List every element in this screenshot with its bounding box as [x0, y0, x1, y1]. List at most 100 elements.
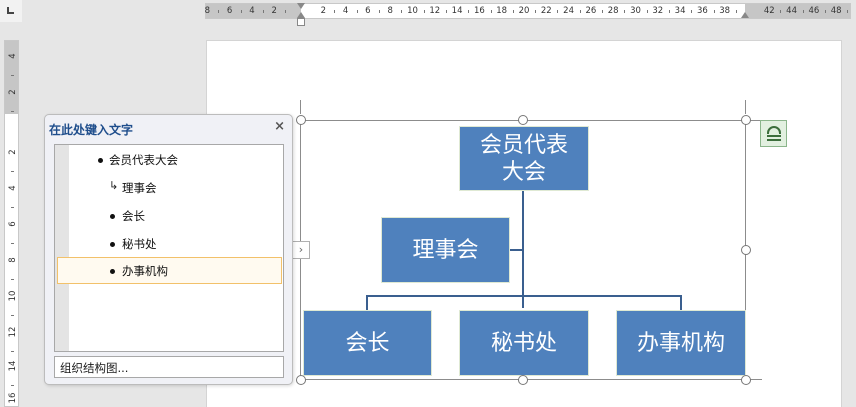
ruler-dot [11, 75, 14, 76]
text-pane: 在此处键入文字 × 会员代表大会 ↳ 理事会 会长 秘书处 办事机构 组织结构图… [44, 114, 293, 385]
assistant-arrow-icon: ↳ [109, 179, 119, 192]
ruler-tick-label: 24 [563, 6, 575, 16]
bullet-icon [110, 242, 115, 247]
list-item-selected[interactable]: 办事机构 [57, 257, 282, 284]
ruler-tick-label: 38 [719, 6, 731, 16]
ruler-dot [445, 10, 447, 13]
ruler-tick-label: 22 [540, 6, 552, 16]
connector-line [366, 295, 368, 310]
ruler-tick-label: 14 [451, 6, 463, 16]
node-child-1[interactable]: 会长 [303, 310, 432, 376]
resize-handle-right[interactable] [741, 245, 751, 255]
ruler-dot [401, 10, 403, 13]
ruler-tick-label: 4 [342, 6, 349, 16]
resize-handle-top-left[interactable] [296, 115, 306, 125]
ruler-tick-label: 34 [674, 6, 686, 16]
ruler-dot [847, 10, 849, 13]
ruler-dot [263, 10, 265, 13]
list-item-label: 理事会 [122, 181, 157, 195]
left-tab-icon [7, 7, 14, 14]
close-icon[interactable]: × [274, 119, 285, 134]
ruler-tick-label: 12 [429, 6, 441, 16]
right-indent-marker[interactable] [741, 12, 749, 18]
layout-options-icon [767, 126, 781, 134]
layout-options-button[interactable] [760, 120, 787, 147]
left-indent-marker[interactable] [297, 18, 305, 26]
crop-mark [745, 100, 746, 114]
ruler-tick-label: 12 [8, 326, 18, 338]
node-top[interactable]: 会员代表 大会 [459, 126, 589, 191]
ruler-dot [825, 10, 827, 13]
ruler-dot [468, 10, 470, 13]
ruler-tick-label: 42 [763, 6, 775, 16]
text-pane-list[interactable]: 会员代表大会 ↳ 理事会 会长 秘书处 办事机构 [54, 144, 284, 352]
ruler-dot [490, 10, 492, 13]
ruler-tick-label: 16 [8, 392, 18, 404]
resize-handle-top-right[interactable] [741, 115, 751, 125]
list-gutter [55, 145, 69, 351]
ruler-dot [11, 243, 14, 244]
ruler-dot [11, 171, 14, 172]
resize-handle-top[interactable] [518, 115, 528, 125]
ruler-dot [646, 10, 648, 13]
list-item[interactable]: 会员代表大会 [69, 146, 283, 173]
layout-line [767, 135, 781, 137]
ruler-tick-label: 4 [8, 185, 18, 191]
tab-selector[interactable] [0, 0, 22, 22]
ruler-dot [668, 10, 670, 13]
list-item-label: 办事机构 [122, 264, 168, 278]
ruler-tick-label: 28 [607, 6, 619, 16]
ruler-dot [11, 351, 14, 352]
ruler-dot [11, 279, 14, 280]
ruler-tick-label: 10 [407, 6, 418, 16]
ruler-dot [11, 315, 14, 316]
ruler-dot [691, 10, 693, 13]
ruler-tick-label: 2 [8, 149, 18, 155]
first-line-indent-marker[interactable] [297, 3, 305, 9]
ruler-tick-label: 6 [226, 6, 233, 16]
ruler-tick-label: 30 [630, 6, 641, 16]
ruler-dot [285, 10, 287, 13]
ruler-dot [579, 10, 581, 13]
crop-mark [300, 100, 301, 114]
ruler-dot [780, 10, 782, 13]
ruler-dot [356, 10, 358, 13]
org-chart-link[interactable]: 组织结构图... [54, 356, 284, 378]
connector-line [510, 249, 523, 251]
ruler-tick-label: 8 [204, 6, 211, 16]
ruler-dot [557, 10, 559, 13]
ruler-dot [11, 111, 14, 112]
list-item[interactable]: ↳ 理事会 [69, 174, 283, 201]
ruler-dot [535, 10, 537, 13]
ruler-dot [624, 10, 626, 13]
ruler-dot [735, 10, 737, 13]
ruler-dot [713, 10, 715, 13]
resize-handle-bottom[interactable] [518, 375, 528, 385]
list-item-label: 会员代表大会 [109, 153, 178, 167]
ruler-tick-label: 2 [8, 89, 18, 95]
ruler-tick-label: 2 [271, 6, 277, 16]
node-assistant[interactable]: 理事会 [381, 217, 510, 283]
vertical-ruler[interactable]: 4 2 2 4 6 8 10 12 14 16 [4, 40, 19, 407]
node-child-2[interactable]: 秘书处 [459, 310, 589, 376]
resize-handle-bottom-left[interactable] [296, 375, 306, 385]
text-pane-toggle-button[interactable]: › [292, 241, 310, 259]
node-child-3[interactable]: 办事机构 [616, 310, 746, 376]
resize-handle-bottom-right[interactable] [741, 375, 751, 385]
ruler-tick-label: 32 [652, 6, 664, 16]
bullet-icon [110, 214, 115, 219]
ruler-tick-label: 2 [320, 6, 327, 16]
connector-line [366, 295, 682, 297]
list-item[interactable]: 秘书处 [69, 230, 283, 257]
layout-line [767, 139, 781, 141]
ruler-tick-label: 6 [8, 221, 18, 227]
ruler-tick-label: 8 [8, 257, 18, 263]
ruler-tick-label: 20 [518, 6, 530, 16]
ruler-tick-label: 44 [786, 6, 798, 16]
horizontal-ruler[interactable]: 8 6 4 2 2 4 6 8 10 12 14 16 18 20 22 24 26 28 30 32 34 36 38 42… [204, 3, 851, 26]
bullet-icon [98, 158, 103, 163]
ruler-tick-label: 46 [808, 6, 820, 16]
list-item[interactable]: 会长 [69, 202, 283, 229]
ruler-dot [423, 10, 425, 13]
ruler-tick-label: 6 [365, 6, 371, 16]
